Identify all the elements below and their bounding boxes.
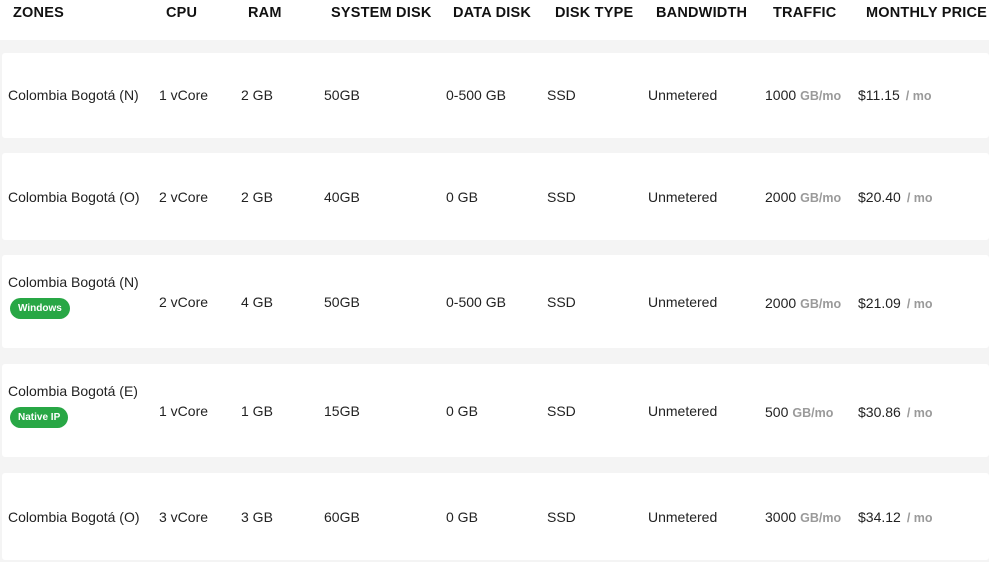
native-ip-badge: Native IP bbox=[10, 407, 69, 428]
monthly-price: $34.12 / mo bbox=[858, 509, 933, 525]
traffic-unit: GB/mo bbox=[800, 191, 842, 205]
bandwidth-value: Unmetered bbox=[648, 189, 718, 205]
price-unit: / mo bbox=[906, 511, 933, 525]
data-disk-value: 0 GB bbox=[446, 403, 478, 419]
monthly-price: $30.86 / mo bbox=[858, 404, 933, 420]
data-disk-value: 0-500 GB bbox=[446, 87, 506, 103]
zone-name: Colombia Bogotá (O) bbox=[8, 189, 140, 205]
monthly-price: $21.09 / mo bbox=[858, 295, 933, 311]
header-monthly-price: MONTHLY PRICE bbox=[866, 5, 988, 21]
cpu-value: 3 vCore bbox=[159, 509, 209, 525]
system-disk-value: 60GB bbox=[324, 509, 360, 525]
disk-type-value: SSD bbox=[547, 189, 576, 205]
traffic-unit: GB/mo bbox=[800, 89, 842, 103]
zone-name: Colombia Bogotá (N) bbox=[8, 274, 139, 290]
price-unit: / mo bbox=[906, 297, 933, 311]
traffic-value: 500 GB/mo bbox=[765, 404, 833, 420]
system-disk-value: 50GB bbox=[324, 87, 360, 103]
table-row[interactable]: Colombia Bogotá (N) 1 vCore 2 GB 50GB 0-… bbox=[2, 53, 989, 138]
zone-name: Colombia Bogotá (O) bbox=[8, 509, 140, 525]
header-zones: ZONES bbox=[13, 5, 64, 21]
disk-type-value: SSD bbox=[547, 509, 576, 525]
system-disk-value: 15GB bbox=[324, 403, 360, 419]
ram-value: 3 GB bbox=[241, 509, 273, 525]
ram-value: 2 GB bbox=[241, 189, 273, 205]
system-disk-value: 50GB bbox=[324, 294, 360, 310]
cpu-value: 2 vCore bbox=[159, 294, 209, 310]
header-data-disk: DATA DISK bbox=[453, 5, 532, 21]
system-disk-value: 40GB bbox=[324, 189, 360, 205]
traffic-amount: 2000 bbox=[765, 189, 797, 205]
traffic-amount: 1000 bbox=[765, 87, 797, 103]
data-disk-value: 0-500 GB bbox=[446, 294, 506, 310]
header-disk-type: DISK TYPE bbox=[555, 5, 634, 21]
monthly-price: $11.15 / mo bbox=[858, 87, 931, 103]
traffic-value: 2000 GB/mo bbox=[765, 295, 841, 311]
header-system-disk: SYSTEM DISK bbox=[331, 5, 432, 21]
disk-type-value: SSD bbox=[547, 294, 576, 310]
bandwidth-value: Unmetered bbox=[648, 87, 718, 103]
table-row[interactable]: Colombia Bogotá (O) 2 vCore 2 GB 40GB 0 … bbox=[2, 153, 989, 240]
disk-type-value: SSD bbox=[547, 87, 576, 103]
bandwidth-value: Unmetered bbox=[648, 403, 718, 419]
price-amount: $34.12 bbox=[858, 509, 901, 525]
table-row[interactable]: Colombia Bogotá (O) 3 vCore 3 GB 60GB 0 … bbox=[2, 473, 989, 560]
data-disk-value: 0 GB bbox=[446, 189, 478, 205]
traffic-value: 3000 GB/mo bbox=[765, 509, 841, 525]
data-disk-value: 0 GB bbox=[446, 509, 478, 525]
traffic-amount: 2000 bbox=[765, 295, 797, 311]
cpu-value: 1 vCore bbox=[159, 87, 209, 103]
cpu-value: 2 vCore bbox=[159, 189, 209, 205]
price-amount: $11.15 bbox=[858, 87, 900, 103]
traffic-unit: GB/mo bbox=[800, 297, 842, 311]
traffic-amount: 500 bbox=[765, 404, 789, 420]
price-unit: / mo bbox=[905, 89, 932, 103]
traffic-amount: 3000 bbox=[765, 509, 797, 525]
price-unit: / mo bbox=[906, 191, 933, 205]
monthly-price: $20.40 / mo bbox=[858, 189, 933, 205]
traffic-unit: GB/mo bbox=[800, 511, 842, 525]
table-row[interactable]: Colombia Bogotá (N) Windows 2 vCore 4 GB… bbox=[2, 255, 989, 348]
ram-value: 1 GB bbox=[241, 403, 273, 419]
table-row[interactable]: Colombia Bogotá (E) Native IP 1 vCore 1 … bbox=[2, 364, 989, 457]
traffic-value: 2000 GB/mo bbox=[765, 189, 841, 205]
traffic-unit: GB/mo bbox=[792, 406, 834, 420]
header-traffic: TRAFFIC bbox=[773, 5, 837, 21]
windows-badge: Windows bbox=[10, 298, 70, 319]
header-bandwidth: BANDWIDTH bbox=[656, 5, 748, 21]
header-ram: RAM bbox=[248, 5, 282, 21]
traffic-value: 1000 GB/mo bbox=[765, 87, 841, 103]
ram-value: 2 GB bbox=[241, 87, 273, 103]
zone-name: Colombia Bogotá (N) bbox=[8, 87, 139, 103]
price-amount: $30.86 bbox=[858, 404, 901, 420]
header-cpu: CPU bbox=[166, 5, 198, 21]
table-header: ZONES CPU RAM SYSTEM DISK DATA DISK DISK… bbox=[0, 0, 989, 40]
price-amount: $20.40 bbox=[858, 189, 901, 205]
price-amount: $21.09 bbox=[858, 295, 901, 311]
bandwidth-value: Unmetered bbox=[648, 509, 718, 525]
price-unit: / mo bbox=[906, 406, 933, 420]
ram-value: 4 GB bbox=[241, 294, 273, 310]
zone-name: Colombia Bogotá (E) bbox=[8, 383, 138, 399]
bandwidth-value: Unmetered bbox=[648, 294, 718, 310]
disk-type-value: SSD bbox=[547, 403, 576, 419]
cpu-value: 1 vCore bbox=[159, 403, 209, 419]
